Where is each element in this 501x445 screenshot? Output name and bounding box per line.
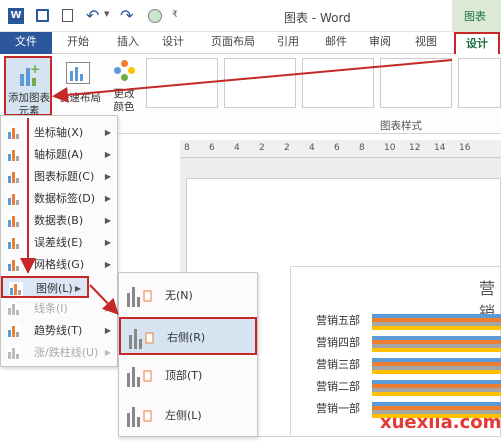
chart-bar[interactable] xyxy=(372,392,501,396)
chart-bar[interactable] xyxy=(372,348,501,352)
arrow-legend-to-right xyxy=(89,284,119,315)
chart-bar[interactable] xyxy=(372,326,501,330)
arrow-tab-to-button xyxy=(52,59,453,103)
chart-category-label: 营销五部 xyxy=(316,314,360,327)
chart-bar[interactable] xyxy=(372,370,501,374)
chart-category-label: 营销二部 xyxy=(316,380,360,393)
chart-bar[interactable] xyxy=(372,414,501,418)
chart-category-label: 营销三部 xyxy=(316,358,360,371)
chart-category-label: 营销四部 xyxy=(316,336,360,349)
chart-category-label: 营销一部 xyxy=(316,402,360,415)
